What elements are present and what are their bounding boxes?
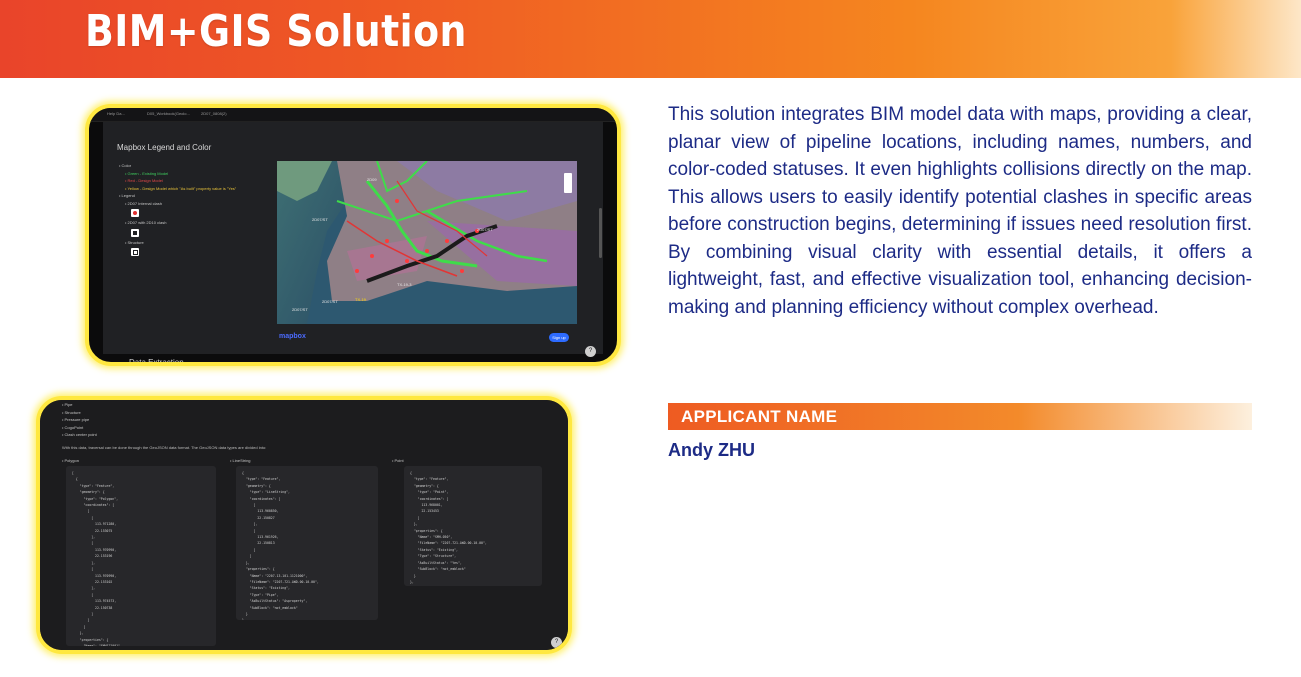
- mapbox-footer: mapbox Sign up: [279, 330, 569, 348]
- map-label: 2D07/ST: [292, 307, 308, 312]
- header-banner: BIM+GIS Solution: [0, 0, 1301, 78]
- code-block-linestring: { "type": "Feature", "geometry": { "type…: [236, 466, 378, 620]
- legend-heading: Mapbox Legend and Color: [117, 143, 212, 152]
- code-block-polygon: [ { "type": "Feature", "geometry": { "ty…: [66, 466, 216, 646]
- mapbox-logo: mapbox: [279, 333, 306, 340]
- mapbox-map[interactable]: 2D07/ST 2D09 TX-19 2D07/ST 2D07/ST TX-19…: [277, 161, 577, 324]
- applicant-heading: APPLICANT NAME: [681, 407, 838, 426]
- applicant-heading-bar: APPLICANT NAME: [668, 403, 1252, 430]
- list-item: • CogoPoint: [62, 424, 84, 430]
- map-zoom-control[interactable]: [564, 173, 572, 193]
- scrollbar[interactable]: [599, 208, 602, 258]
- scrollbar[interactable]: [568, 450, 571, 500]
- solution-description: This solution integrates BIM model data …: [668, 104, 1252, 318]
- signup-button[interactable]: Sign up: [549, 333, 569, 342]
- browser-tab[interactable]: Help Da...: [107, 111, 125, 116]
- code-block-point: { "type": "Feature", "geometry": { "type…: [404, 466, 542, 586]
- external-clash-icon: [131, 228, 139, 237]
- data-type-list: • Pipe • Structure • Pressure pipe • Cog…: [62, 401, 97, 439]
- map-label: TX-19: [355, 297, 367, 302]
- legend-item-yellow: • Yellow - Design Model which "As built"…: [125, 185, 237, 191]
- structure-icon: [131, 248, 139, 256]
- list-item: • Structure: [62, 409, 81, 415]
- map-label: 2D07/ST: [477, 227, 493, 232]
- help-icon[interactable]: ?: [585, 346, 596, 357]
- help-icon[interactable]: ?: [551, 637, 562, 648]
- legend-item: • Legend: [119, 193, 135, 198]
- list-item: • Clash center point: [62, 432, 97, 437]
- column-heading-linestring: • LineString: [230, 458, 251, 463]
- geojson-screenshot-frame: • Pipe • Structure • Pressure pipe • Cog…: [36, 396, 572, 654]
- browser-tab[interactable]: 2D07_0808(2): [201, 111, 227, 116]
- browser-tab-bar: Help Da... D05_Workbook(Geolo... 2D07_08…: [89, 108, 617, 122]
- legend-item-red: • Red - Design Model: [125, 178, 163, 183]
- legend-item: • 2D07 Internal clash: [125, 200, 162, 206]
- legend-item-green: • Green - Existing Model: [125, 170, 169, 176]
- legend-item: • Color: [119, 163, 132, 168]
- map-label: TX-19-3: [397, 282, 412, 287]
- column-heading-point: • Point: [392, 458, 404, 463]
- list-item: • Pressure pipe: [62, 417, 90, 422]
- column-heading-polygon: • Polygon: [62, 458, 79, 463]
- satellite-map-image: 2D07/ST 2D09 TX-19 2D07/ST 2D07/ST TX-19…: [277, 161, 577, 324]
- map-label: 2D07/ST: [322, 299, 338, 304]
- internal-clash-icon: [131, 209, 139, 217]
- section-heading: Data Extraction: [129, 358, 184, 366]
- legend-list: • Color • Green - Existing Model • Red -…: [119, 162, 236, 258]
- map-label: 2D07/ST: [312, 217, 328, 222]
- map-screenshot-frame: Help Da... D05_Workbook(Geolo... 2D07_08…: [85, 104, 621, 366]
- map-label: 2D09: [367, 177, 377, 182]
- applicant-name: Andy ZHU: [668, 440, 755, 460]
- legend-item: • 2D07 with 2D10 clash: [125, 220, 167, 225]
- page-title: BIM+GIS Solution: [85, 6, 467, 57]
- list-item: • Pipe: [62, 402, 73, 407]
- browser-tab[interactable]: D05_Workbook(Geolo...: [147, 111, 190, 116]
- legend-item: • Structure: [125, 239, 144, 245]
- caption-text: With this data, traversal can be done th…: [62, 445, 267, 450]
